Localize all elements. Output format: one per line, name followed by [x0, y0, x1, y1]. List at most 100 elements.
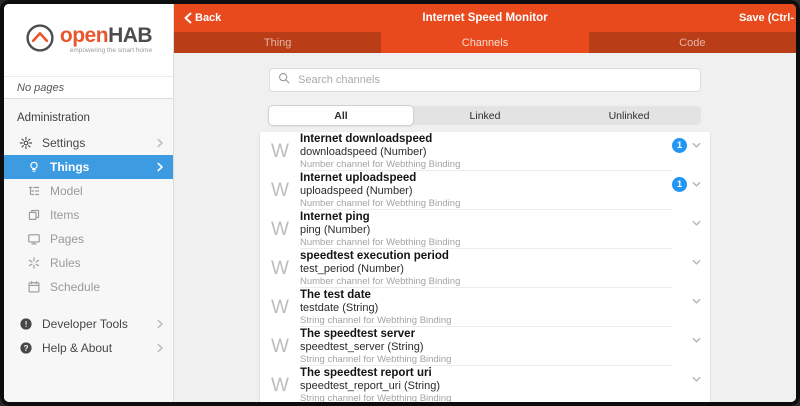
rules-sparkle-icon [26, 256, 41, 271]
sidebar-item-schedule[interactable]: Schedule [4, 275, 173, 299]
tab-channels[interactable]: Channels [381, 32, 588, 53]
sidebar-item-developer-tools[interactable]: ! Developer Tools [4, 312, 173, 336]
lightbulb-icon [26, 160, 41, 175]
channel-description: Number channel for Webthing Binding [300, 198, 668, 209]
gear-icon [18, 136, 33, 151]
sidebar-menu: Settings Things Model Items Pages Rules [4, 131, 173, 360]
logo-tagline: empowering the smart home [60, 48, 152, 55]
openhab-logo-icon [25, 23, 55, 58]
logo-open: open [60, 24, 108, 47]
openhab-logo-text: openHAB empowering the smart home [60, 25, 152, 55]
chevron-down-icon[interactable] [691, 179, 702, 190]
filter-segmented-control: AllLinkedUnlinked [269, 106, 701, 125]
sidebar-item-label: Settings [42, 136, 146, 150]
channel-title: The test date [300, 289, 668, 302]
channel-id: speedtest_server (String) [300, 341, 668, 354]
navbar: Back Internet Speed Monitor Save (Ctrl- [174, 4, 796, 32]
tab-code[interactable]: Code [589, 32, 796, 53]
sidebar-item-settings[interactable]: Settings [4, 131, 173, 155]
sidebar-item-label: Developer Tools [42, 317, 146, 331]
save-button[interactable]: Save (Ctrl- [739, 12, 794, 24]
help-icon: ? [18, 341, 33, 356]
search-input[interactable] [296, 73, 692, 87]
webthing-binding-icon: W [260, 337, 300, 356]
search-bar[interactable] [269, 68, 701, 92]
developer-tools-icon: ! [18, 317, 33, 332]
tab-bar: ThingChannelsCode [174, 32, 796, 53]
page-title: Internet Speed Monitor [174, 12, 796, 24]
channel-title: Internet ping [300, 211, 668, 224]
chevron-down-icon[interactable] [691, 140, 702, 151]
sidebar: openHAB empowering the smart home No pag… [4, 4, 174, 402]
channel-list: W Internet downloadspeed downloadspeed (… [260, 132, 710, 402]
sidebar-item-label: Things [50, 160, 146, 174]
window-frame: openHAB empowering the smart home No pag… [0, 0, 800, 406]
sidebar-item-rules[interactable]: Rules [4, 251, 173, 275]
sidebar-item-label: Items [50, 208, 146, 222]
no-pages-placeholder: No pages [4, 76, 173, 99]
chevron-right-icon [155, 319, 165, 329]
chevron-right-icon [155, 162, 165, 172]
search-icon [278, 71, 290, 89]
tab-thing[interactable]: Thing [174, 32, 381, 53]
chevron-left-icon [183, 12, 192, 24]
channel-row[interactable]: W The speedtest report uri speedtest_rep… [260, 366, 710, 402]
webthing-binding-icon: W [260, 220, 300, 239]
channel-row[interactable]: W The speedtest server speedtest_server … [260, 327, 710, 366]
chevron-down-icon[interactable] [691, 257, 702, 268]
back-button[interactable]: Back [183, 12, 221, 24]
channel-row[interactable]: W speedtest execution period test_period… [260, 249, 710, 288]
chevron-down-icon[interactable] [691, 296, 702, 307]
sidebar-item-model[interactable]: Model [4, 179, 173, 203]
webthing-binding-icon: W [260, 376, 300, 395]
filter-unlinked[interactable]: Unlinked [557, 106, 701, 125]
webthing-binding-icon: W [260, 298, 300, 317]
openhab-app: openHAB empowering the smart home No pag… [4, 4, 796, 402]
channel-id: uploadspeed (Number) [300, 185, 668, 198]
channel-id: testdate (String) [300, 302, 668, 315]
back-label: Back [195, 12, 221, 24]
channel-title: speedtest execution period [300, 250, 668, 263]
chevron-down-icon[interactable] [691, 335, 702, 346]
channel-id: downloadspeed (Number) [300, 146, 668, 159]
channel-title: Internet downloadspeed [300, 133, 668, 146]
main-panel: Back Internet Speed Monitor Save (Ctrl- … [174, 4, 796, 402]
webthing-binding-icon: W [260, 181, 300, 200]
chevron-down-icon[interactable] [691, 218, 702, 229]
sidebar-item-items[interactable]: Items [4, 203, 173, 227]
channel-description: String channel for Webthing Binding [300, 354, 668, 365]
sidebar-item-pages[interactable]: Pages [4, 227, 173, 251]
channel-row[interactable]: W Internet uploadspeed uploadspeed (Numb… [260, 171, 710, 210]
sidebar-item-label: Pages [50, 232, 146, 246]
sidebar-item-label: Model [50, 184, 146, 198]
chevron-right-icon [155, 138, 165, 148]
sidebar-group-gap [4, 299, 173, 312]
channel-description: String channel for Webthing Binding [300, 393, 668, 402]
channel-description: Number channel for Webthing Binding [300, 276, 668, 287]
webthing-binding-icon: W [260, 142, 300, 161]
filter-linked[interactable]: Linked [413, 106, 557, 125]
sidebar-item-help-about[interactable]: ? Help & About [4, 336, 173, 360]
channel-row[interactable]: W Internet ping ping (Number) Number cha… [260, 210, 710, 249]
chevron-down-icon[interactable] [691, 374, 702, 385]
channel-id: test_period (Number) [300, 263, 668, 276]
items-copy-icon [26, 208, 41, 223]
channel-description: Number channel for Webthing Binding [300, 237, 668, 248]
channel-id: ping (Number) [300, 224, 668, 237]
linked-count-badge: 1 [672, 177, 687, 192]
channel-id: speedtest_report_uri (String) [300, 380, 668, 393]
sidebar-item-things[interactable]: Things [4, 155, 173, 179]
svg-text:?: ? [23, 343, 28, 353]
filter-all[interactable]: All [269, 106, 413, 125]
channel-row[interactable]: W The test date testdate (String) String… [260, 288, 710, 327]
openhab-logo[interactable]: openHAB empowering the smart home [4, 4, 173, 76]
linked-count-badge: 1 [672, 138, 687, 153]
channel-description: String channel for Webthing Binding [300, 315, 668, 326]
channels-content: AllLinkedUnlinked W Internet downloadspe… [174, 53, 796, 402]
channel-title: Internet uploadspeed [300, 172, 668, 185]
svg-text:!: ! [24, 320, 27, 329]
model-tree-icon [26, 184, 41, 199]
schedule-calendar-icon [26, 280, 41, 295]
logo-hab: HAB [108, 24, 152, 47]
channel-row[interactable]: W Internet downloadspeed downloadspeed (… [260, 132, 710, 171]
